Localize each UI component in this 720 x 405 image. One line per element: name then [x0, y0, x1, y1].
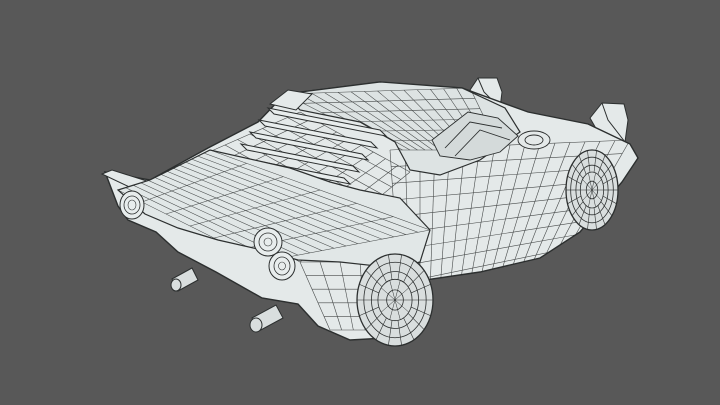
car-wireframe-render — [0, 0, 720, 405]
side-mirror — [517, 130, 551, 150]
tail-light-left — [119, 190, 145, 220]
wheel-rear — [356, 253, 434, 347]
tail-light-right-inner — [268, 251, 296, 281]
tail-light-right-outer — [253, 227, 283, 257]
3d-viewport[interactable] — [0, 0, 720, 405]
wheel-front — [565, 149, 619, 231]
